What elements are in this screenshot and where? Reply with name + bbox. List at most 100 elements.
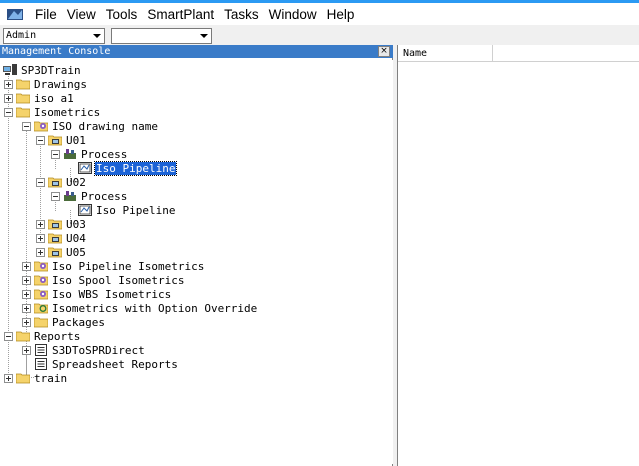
tree-node-train[interactable]: train <box>4 371 68 385</box>
tree-label: Iso Spool Isometrics <box>52 273 185 287</box>
console-title-text: Management Console <box>2 46 111 57</box>
tree-node-u01[interactable]: U01 <box>36 133 87 147</box>
tree-node-iso-pipeline[interactable]: Iso Pipeline <box>78 203 176 217</box>
expand-icon[interactable] <box>22 317 31 327</box>
tree-label: Isometrics <box>34 105 101 119</box>
unit-folder-icon <box>48 232 62 244</box>
tree-label: U02 <box>66 175 86 189</box>
tree-label: U04 <box>66 231 86 245</box>
list-pane: Name <box>397 45 639 466</box>
collapse-icon[interactable] <box>4 331 13 341</box>
menu-bar: File View Tools SmartPlant Tasks Window … <box>0 3 639 25</box>
collapse-icon[interactable] <box>4 107 13 117</box>
expand-icon[interactable] <box>4 79 13 89</box>
folder-icon <box>16 78 30 90</box>
tree-node-isometrics-option-override[interactable]: Isometrics with Option Override <box>22 301 258 315</box>
expand-icon[interactable] <box>4 93 13 103</box>
menu-file[interactable]: File <box>30 7 62 22</box>
report-icon <box>34 358 48 370</box>
tree-node-iso-spool-isometrics[interactable]: Iso Spool Isometrics <box>22 273 185 287</box>
tree-label: Iso WBS Isometrics <box>52 287 172 301</box>
tree-node-iso-a1[interactable]: iso a1 <box>4 91 75 105</box>
expand-icon[interactable] <box>22 275 31 285</box>
collapse-icon[interactable] <box>36 135 45 145</box>
expand-icon[interactable] <box>36 247 45 257</box>
list-header: Name <box>398 45 639 62</box>
iso-folder-icon <box>34 288 48 300</box>
expand-icon[interactable] <box>22 303 31 313</box>
folder-icon <box>16 372 30 384</box>
folder-icon <box>16 92 30 104</box>
tree-node-process[interactable]: Process <box>51 147 128 161</box>
tree-node-u04[interactable]: U04 <box>36 231 87 245</box>
menu-view[interactable]: View <box>62 7 101 22</box>
menu-smartplant[interactable]: SmartPlant <box>142 7 219 22</box>
unit-folder-icon <box>48 134 62 146</box>
app-icon <box>6 7 24 21</box>
unit-folder-icon <box>48 176 62 188</box>
expand-icon[interactable] <box>4 373 13 383</box>
tree-node-root[interactable]: SP3DTrain <box>3 63 82 77</box>
tree-label: S3DToSPRDirect <box>52 343 145 357</box>
tree-label: Spreadsheet Reports <box>52 357 178 371</box>
close-icon[interactable]: × <box>378 46 390 57</box>
tree-label: Process <box>81 147 128 161</box>
workstation-icon <box>3 64 17 76</box>
expand-icon[interactable] <box>22 261 31 271</box>
tree-label: train <box>34 371 68 385</box>
tree-label: Drawings <box>34 77 87 91</box>
filter-combo[interactable] <box>111 28 212 44</box>
folder-open-icon <box>16 330 30 342</box>
tree-node-iso-pipeline-selected[interactable]: Iso Pipeline <box>78 160 178 176</box>
menu-help[interactable]: Help <box>322 7 360 22</box>
expand-icon[interactable] <box>22 345 31 355</box>
tree-label: Iso Pipeline Isometrics <box>52 259 205 273</box>
process-icon <box>63 148 77 160</box>
process-icon <box>63 190 77 202</box>
tree-label: ISO drawing name <box>52 119 158 133</box>
drawing-icon <box>78 162 92 174</box>
column-header-name[interactable]: Name <box>398 45 493 62</box>
unit-folder-icon <box>48 218 62 230</box>
tree-node-s3d-to-spr-direct[interactable]: S3DToSPRDirect <box>22 343 146 357</box>
unit-folder-icon <box>48 246 62 258</box>
tree-node-iso-drawing-name[interactable]: ISO drawing name <box>22 119 159 133</box>
tree-label: U03 <box>66 217 86 231</box>
collapse-icon[interactable] <box>51 149 60 159</box>
collapse-icon[interactable] <box>51 191 60 201</box>
tree-label: SP3DTrain <box>21 63 81 77</box>
tree-node-process[interactable]: Process <box>51 189 128 203</box>
collapse-icon[interactable] <box>22 121 31 131</box>
tree-label: iso a1 <box>34 91 74 105</box>
menu-tasks[interactable]: Tasks <box>219 7 264 22</box>
menu-tools[interactable]: Tools <box>101 7 143 22</box>
tree-label: U01 <box>66 133 86 147</box>
iso-folder-icon <box>34 260 48 272</box>
expand-icon[interactable] <box>36 219 45 229</box>
collapse-icon[interactable] <box>36 177 45 187</box>
folder-icon <box>34 316 48 328</box>
chevron-down-icon[interactable] <box>91 30 103 42</box>
chevron-down-icon[interactable] <box>198 30 210 42</box>
console-title: Management Console × <box>0 45 393 58</box>
tree-node-iso-wbs-isometrics[interactable]: Iso WBS Isometrics <box>22 287 172 301</box>
tree-node-u02[interactable]: U02 <box>36 175 87 189</box>
tree-node-drawings[interactable]: Drawings <box>4 77 88 91</box>
user-combo[interactable]: Admin <box>3 28 105 44</box>
tree-node-reports[interactable]: Reports <box>4 329 81 343</box>
tree-node-u03[interactable]: U03 <box>36 217 87 231</box>
folder-open-icon <box>16 106 30 118</box>
tree-label: Isometrics with Option Override <box>52 301 258 315</box>
menu-window[interactable]: Window <box>264 7 322 22</box>
tree-node-u05[interactable]: U05 <box>36 245 87 259</box>
tree-label: U05 <box>66 245 86 259</box>
expand-icon[interactable] <box>22 289 31 299</box>
tree-node-spreadsheet-reports[interactable]: Spreadsheet Reports <box>34 357 179 371</box>
expand-icon[interactable] <box>36 233 45 243</box>
drawing-icon <box>78 204 92 216</box>
tree-node-iso-pipeline-isometrics[interactable]: Iso Pipeline Isometrics <box>22 259 205 273</box>
tree-node-packages[interactable]: Packages <box>22 315 106 329</box>
iso-folder-icon <box>34 274 48 286</box>
tree-node-isometrics[interactable]: Isometrics <box>4 105 101 119</box>
user-combo-value: Admin <box>6 30 37 41</box>
